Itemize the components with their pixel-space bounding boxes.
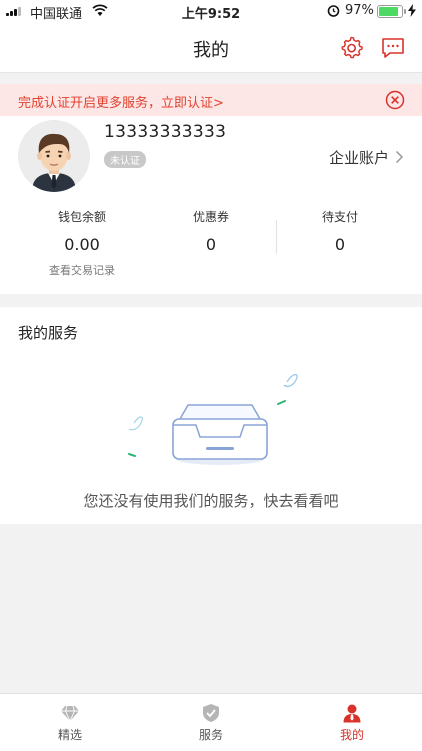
tab-bar: 精选 服务 我的 [0, 693, 422, 751]
battery-icon [377, 5, 406, 18]
empty-state-text: 您还没有使用我们的服务，快去看看吧 [83, 492, 339, 510]
transaction-history-link[interactable]: 查看交易记录 [0, 262, 164, 278]
tab-label: 我的 [339, 728, 364, 742]
stat-coupons[interactable]: 优惠券 0 [151, 208, 271, 254]
chevron-right-icon[interactable] [395, 150, 404, 164]
avatar-illustration [18, 120, 90, 192]
tab-mine[interactable]: 我的 [282, 694, 422, 751]
alarm-icon [327, 5, 340, 17]
avatar[interactable] [18, 120, 90, 192]
charging-icon [408, 4, 416, 17]
stat-value: 0.00 [64, 235, 100, 254]
tab-featured[interactable]: 精选 [0, 694, 140, 751]
tab-services[interactable]: 服务 [141, 694, 281, 751]
banner-text[interactable]: 完成认证开启更多服务，立即认证> [18, 92, 224, 111]
status-bar: 中国联通 上午9:52 97% [0, 0, 422, 22]
close-circle-icon[interactable] [385, 90, 405, 110]
my-services-section: 我的服务 您还没有使用我们的服务，快去看看吧 [0, 307, 422, 524]
tab-label: 服务 [198, 728, 223, 742]
profile-card: 13333333333 未认证 企业账户 钱包余额 0.00 优惠券 0 待支付… [0, 116, 422, 294]
empty-inbox-illustration [128, 373, 298, 465]
stat-wallet-balance[interactable]: 钱包余额 0.00 [22, 208, 142, 254]
stat-label: 钱包余额 [57, 210, 106, 224]
user-icon [343, 704, 361, 723]
verification-banner[interactable]: 完成认证开启更多服务，立即认证> [0, 84, 422, 116]
stat-label: 待支付 [321, 210, 358, 224]
tab-label: 精选 [57, 728, 82, 742]
diamond-icon [61, 705, 79, 723]
chat-icon[interactable] [381, 36, 405, 60]
nav-bar: 我的 [0, 22, 422, 73]
verify-status-badge: 未认证 [104, 151, 146, 168]
enterprise-account-link[interactable]: 企业账户 [329, 147, 389, 168]
stat-value: 0 [334, 235, 346, 254]
stat-pending-payment[interactable]: 待支付 0 [280, 208, 400, 254]
section-title: 我的服务 [18, 324, 79, 342]
stat-label: 优惠券 [192, 210, 229, 224]
stat-value: 0 [205, 235, 217, 254]
gear-icon[interactable] [340, 36, 364, 60]
phone-number: 13333333333 [104, 122, 227, 142]
battery-percent: 97% [345, 3, 374, 18]
shield-icon [203, 704, 219, 722]
stat-divider [276, 220, 277, 254]
